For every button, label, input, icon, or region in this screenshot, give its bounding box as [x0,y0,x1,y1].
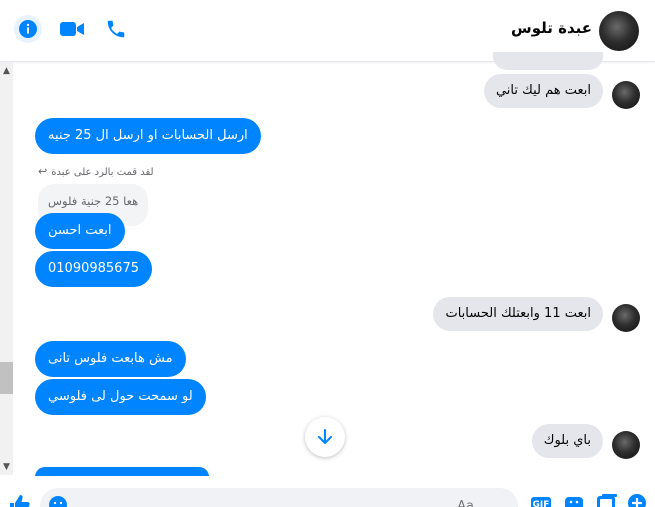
message-composer: GIF [0,476,655,507]
outgoing-message: ابعت احسن [35,213,125,249]
reply-indicator: لقد قمت بالرد على عبدة↩ [38,165,154,178]
outgoing-message: لو سمحت حول لى فلوسي [35,379,206,415]
phone-call-button[interactable] [101,14,131,44]
incoming-message: ابعت 11 وابعتلك الحسابات [433,297,603,331]
info-button[interactable] [13,14,43,44]
plus-icon[interactable] [627,493,647,507]
like-icon[interactable] [8,493,30,507]
sticker-icon[interactable] [564,493,584,507]
outgoing-message: ارسل الحسابات او ارسل ال 25 جنيه [35,118,261,154]
scrollbar-thumb[interactable] [0,362,13,394]
phone-call-icon [107,20,125,38]
sender-avatar [612,81,640,109]
reply-note-text: لقد قمت بالرد على عبدة [51,167,154,178]
gif-icon[interactable]: GIF [531,497,551,507]
scroll-down-arrow[interactable]: ▼ [0,460,13,474]
contact-avatar[interactable] [599,11,639,51]
incoming-message: ابعت هم ليك تاني [483,74,603,108]
message-input[interactable] [40,488,518,507]
scroll-to-bottom-button[interactable] [305,417,345,457]
emoji-icon[interactable] [48,495,68,507]
contact-name[interactable]: عبدة تلوس [511,19,592,37]
info-icon [14,15,42,43]
scrollbar-track[interactable] [0,62,13,475]
photo-icon[interactable] [596,493,618,507]
arrow-down-icon [318,429,332,444]
sender-avatar [612,304,640,332]
reply-arrow-icon: ↩ [38,165,48,178]
scroll-up-arrow[interactable]: ▲ [0,64,13,78]
incoming-message: باي بلوك [531,424,603,458]
sender-avatar [612,431,640,459]
outgoing-message: 01090985675 [35,251,152,287]
video-call-icon [60,22,84,36]
incoming-message-partial [493,52,603,70]
video-call-button[interactable] [57,14,87,44]
outgoing-message: مش هابعت فلوس تانى [35,341,186,377]
